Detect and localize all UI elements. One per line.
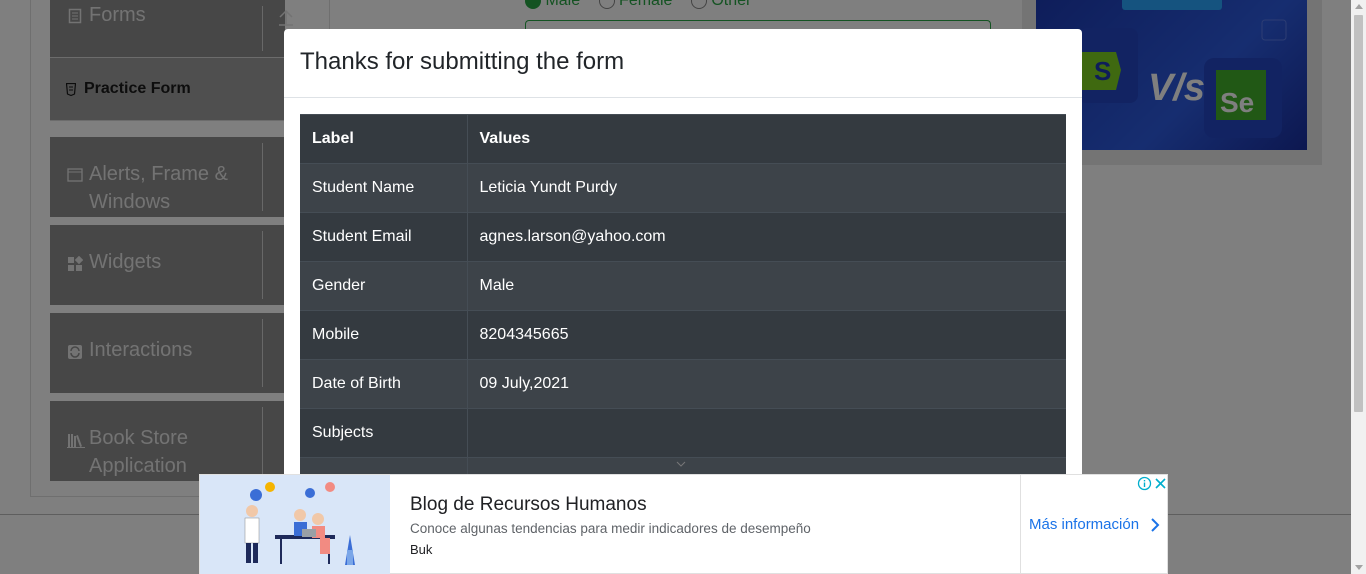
ad-description: Conoce algunas tendencias para medir ind… [410, 521, 811, 536]
ad-divider [1020, 475, 1021, 574]
row-label: Subjects [300, 408, 468, 458]
scrollbar-thumb[interactable] [1354, 15, 1363, 412]
close-icon[interactable] [1153, 476, 1168, 491]
submission-modal: Thanks for submitting the form Label Val… [284, 29, 1082, 489]
ad-info-icon[interactable] [1137, 476, 1152, 491]
table-row: Mobile 8204345665 [300, 310, 1066, 360]
ad-brand: Buk [410, 542, 433, 557]
table-row: Student Name Leticia Yundt Purdy [300, 163, 1066, 213]
row-value [467, 408, 1066, 458]
table-row: Gender Male [300, 261, 1066, 311]
bottom-ad-banner[interactable]: Blog de Recursos Humanos Conoce algunas … [199, 474, 1168, 574]
chevron-right-icon[interactable] [1150, 517, 1160, 533]
ad-cta-link[interactable]: Más información [1029, 516, 1139, 533]
row-label: Mobile [300, 310, 468, 360]
modal-header: Thanks for submitting the form [284, 29, 1082, 98]
row-label: Student Name [300, 163, 468, 213]
row-label: Gender [300, 261, 468, 311]
table-header-row: Label Values [300, 114, 1066, 164]
modal-title: Thanks for submitting the form [300, 48, 625, 75]
page-scrollbar[interactable] [1351, 0, 1366, 574]
row-value: Leticia Yundt Purdy [467, 163, 1066, 213]
ad-image [200, 475, 390, 574]
row-value: 09 July,2021 [467, 359, 1066, 409]
row-value: agnes.larson@yahoo.com [467, 212, 1066, 262]
ad-title[interactable]: Blog de Recursos Humanos [410, 494, 647, 516]
ad-illustration [200, 475, 390, 574]
column-header-values: Values [467, 114, 1066, 164]
row-value: 8204345665 [467, 310, 1066, 360]
scroll-up-arrow-icon[interactable] [1355, 4, 1363, 9]
table-row: Subjects [300, 408, 1066, 458]
column-header-label: Label [300, 114, 468, 164]
submission-table: Label Values Student Name Leticia Yundt … [300, 114, 1066, 489]
chevron-down-icon [676, 461, 686, 467]
row-label: Student Email [300, 212, 468, 262]
scroll-down-arrow-icon[interactable] [1355, 565, 1363, 570]
row-label: Date of Birth [300, 359, 468, 409]
row-value: Male [467, 261, 1066, 311]
table-row: Student Email agnes.larson@yahoo.com [300, 212, 1066, 262]
table-row: Date of Birth 09 July,2021 [300, 359, 1066, 409]
